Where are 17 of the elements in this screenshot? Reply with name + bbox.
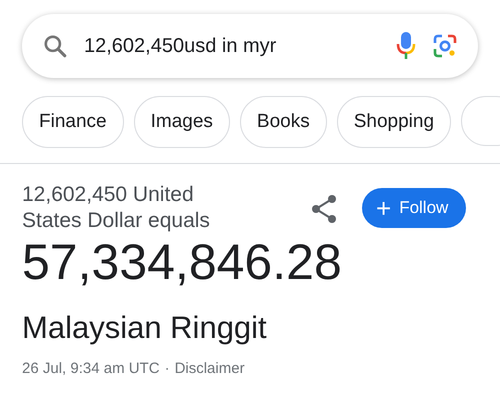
- source-amount: 12,602,450 United States Dollar equals: [22, 182, 211, 234]
- follow-button[interactable]: + Follow: [362, 188, 466, 228]
- search-query: 12,602,450usd in myr: [84, 34, 278, 58]
- currency-name: Malaysian Ringgit: [22, 310, 268, 346]
- search-icon: [42, 33, 68, 59]
- filter-chip[interactable]: Finance: [22, 96, 124, 148]
- filter-chip[interactable]: Books: [240, 96, 327, 148]
- disclaimer-link[interactable]: Disclaimer: [174, 360, 245, 377]
- filter-chip[interactable]: Images: [134, 96, 230, 148]
- share-icon[interactable]: [310, 194, 338, 224]
- camera-lens-icon[interactable]: [432, 33, 458, 59]
- timestamp: 26 Jul, 9:34 am UTC: [22, 360, 160, 377]
- separator-dot: ·: [164, 360, 170, 377]
- microphone-icon[interactable]: [396, 31, 416, 61]
- converted-amount: 57,334,846.28: [22, 234, 343, 290]
- filter-chip[interactable]: Shopping: [336, 96, 452, 148]
- search-bar[interactable]: 12,602,450usd in myr: [22, 14, 478, 78]
